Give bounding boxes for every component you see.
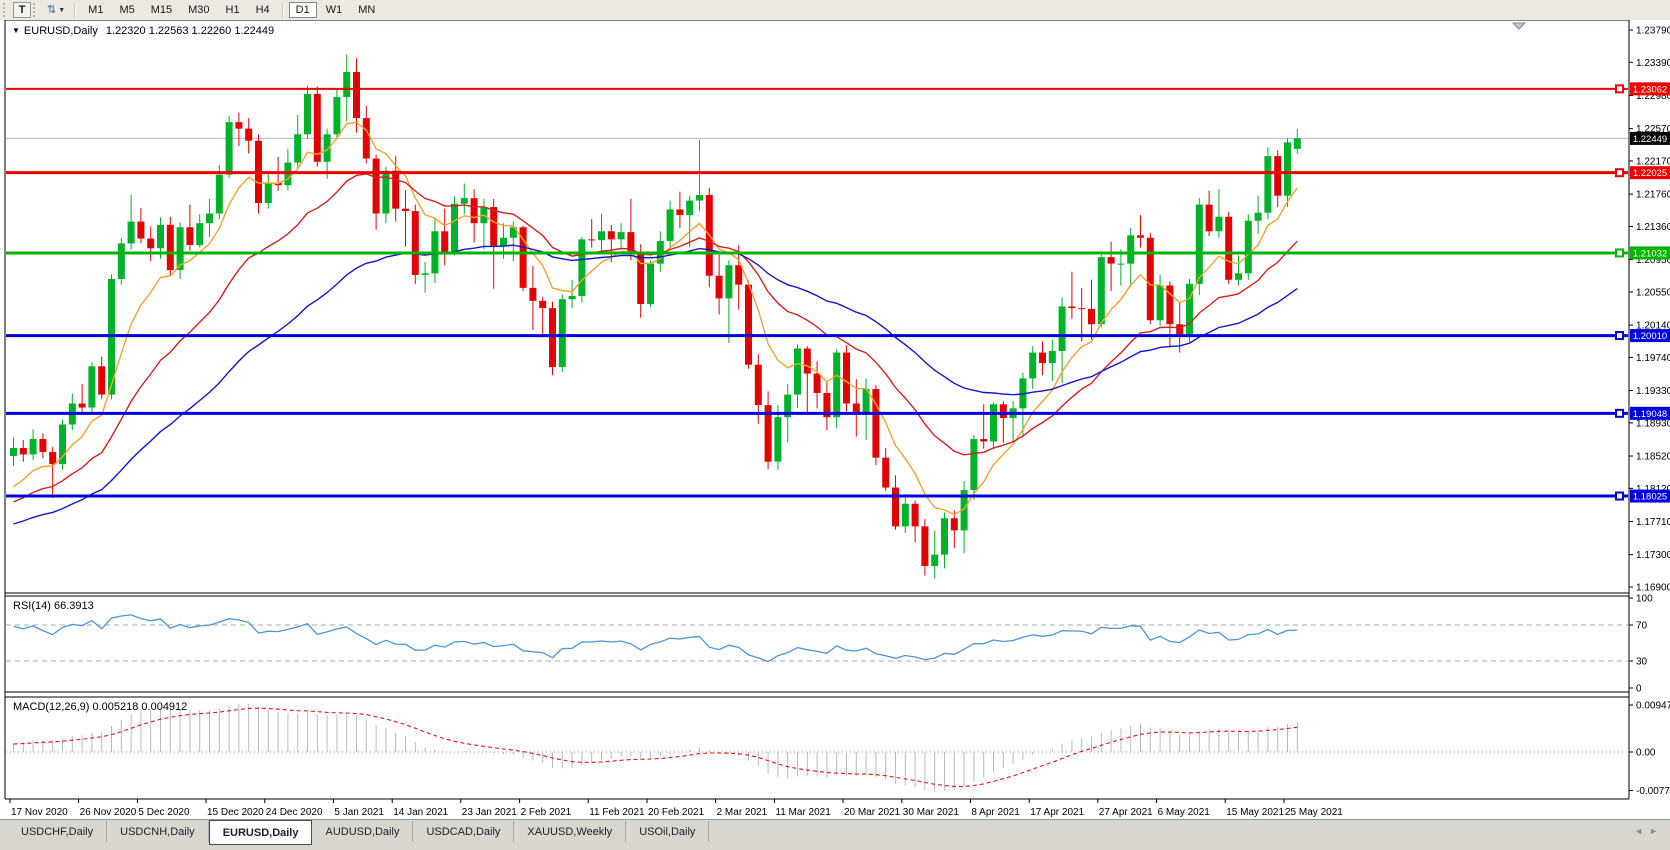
date-tick-label: 25 May 2021 xyxy=(1285,807,1343,818)
date-tick-label: 8 Apr 2021 xyxy=(971,807,1020,818)
trading-terminal-window: 1.237901.233901.229801.225701.221701.217… xyxy=(0,0,1670,850)
tab-scroll-arrows[interactable]: ◄► xyxy=(1634,826,1664,836)
line-price-chip: 1.18025 xyxy=(1633,492,1667,503)
line-handle[interactable] xyxy=(1616,332,1623,339)
line-handle[interactable] xyxy=(1616,493,1623,500)
tab-usdcad-daily[interactable]: USDCAD,Daily xyxy=(413,821,514,842)
toolbar: T ⇅ ▼ M1 M5 M15 M30 H1 H4 D1 W1 MN xyxy=(0,0,1670,20)
date-tick-label: 5 Dec 2020 xyxy=(138,807,190,818)
line-price-chip: 1.21032 xyxy=(1633,248,1667,259)
line-price-chip: 1.22025 xyxy=(1633,168,1667,179)
line-price-chip: 1.20010 xyxy=(1633,331,1667,342)
price-tick-label: 1.17300 xyxy=(1636,550,1670,561)
price-axis[interactable]: 1.237901.233901.229801.225701.221701.217… xyxy=(1629,26,1670,594)
price-tick-label: 1.19740 xyxy=(1636,353,1670,364)
macd-signal-line xyxy=(14,708,1298,786)
timeframe-mn-button[interactable]: MN xyxy=(351,2,382,18)
rsi-panel[interactable] xyxy=(6,615,1629,662)
timeframe-m5-button[interactable]: M5 xyxy=(112,2,141,18)
date-tick-label: 2 Mar 2021 xyxy=(717,807,768,818)
candles-layer xyxy=(10,54,1301,579)
chevron-down-icon: ▼ xyxy=(58,7,65,14)
rsi-line xyxy=(14,615,1298,662)
main-price-panel[interactable] xyxy=(6,54,1629,579)
toolbar-grip[interactable] xyxy=(3,3,9,17)
symbol-tabbar: USDCHF,Daily USDCNH,Daily EURUSD,Daily A… xyxy=(0,819,1670,850)
current-price-chip: 1.22449 xyxy=(1633,134,1667,145)
line-handle[interactable] xyxy=(1616,169,1623,176)
price-tick-label: 1.21760 xyxy=(1636,190,1670,201)
timeframe-m1-button[interactable]: M1 xyxy=(81,2,110,18)
date-tick-label: 23 Jan 2021 xyxy=(462,807,517,818)
date-tick-label: 11 Feb 2021 xyxy=(589,807,645,818)
date-tick-label: 15 Dec 2020 xyxy=(207,807,264,818)
price-tick-label: 1.20550 xyxy=(1636,287,1670,298)
line-handle[interactable] xyxy=(1616,410,1623,417)
line-price-chip: 1.23062 xyxy=(1633,84,1667,95)
line-handle[interactable] xyxy=(1616,249,1623,256)
price-tick-label: 1.18520 xyxy=(1636,452,1670,463)
rsi-tick-label: 30 xyxy=(1636,657,1648,668)
macd-panel[interactable] xyxy=(6,704,1629,792)
tab-usoil-daily[interactable]: USOil,Daily xyxy=(626,821,709,842)
price-tick-label: 1.22170 xyxy=(1636,156,1670,167)
tab-usdcnh-daily[interactable]: USDCNH,Daily xyxy=(107,821,209,842)
date-tick-label: 30 Mar 2021 xyxy=(903,807,960,818)
timeframe-m15-button[interactable]: M15 xyxy=(144,2,179,18)
macd-axis: 0.009478 0.00 -0.007778 xyxy=(1629,700,1670,797)
date-tick-label: 2 Feb 2021 xyxy=(521,807,572,818)
date-tick-label: 26 Nov 2020 xyxy=(80,807,137,818)
price-tick-label: 1.23790 xyxy=(1636,26,1670,37)
timeframe-h4-button[interactable]: H4 xyxy=(249,2,277,18)
price-tick-label: 1.19330 xyxy=(1636,386,1670,397)
date-tick-label: 6 May 2021 xyxy=(1158,807,1211,818)
toolbar-grip[interactable] xyxy=(33,3,39,17)
text-tool-button[interactable]: T xyxy=(13,2,31,18)
date-tick-label: 20 Feb 2021 xyxy=(648,807,705,818)
rsi-tick-label: 0 xyxy=(1636,684,1642,695)
price-tick-label: 1.17710 xyxy=(1636,517,1670,528)
timeframe-d1-button[interactable]: D1 xyxy=(289,2,317,18)
tab-xauusd-weekly[interactable]: XAUUSD,Weekly xyxy=(514,821,626,842)
date-tick-label: 11 Mar 2021 xyxy=(775,807,831,818)
date-tick-label: 27 Apr 2021 xyxy=(1099,807,1153,818)
moving-average-8 xyxy=(14,122,1298,514)
tab-audusd-daily[interactable]: AUDUSD,Daily xyxy=(312,821,413,842)
tab-usdchf-daily[interactable]: USDCHF,Daily xyxy=(8,821,107,842)
date-tick-label: 17 Apr 2021 xyxy=(1030,807,1084,818)
price-tick-label: 1.23390 xyxy=(1636,58,1670,69)
date-tick-label: 5 Jan 2021 xyxy=(334,807,384,818)
price-tick-label: 1.18930 xyxy=(1636,418,1670,429)
date-tick-label: 17 Nov 2020 xyxy=(11,807,68,818)
line-price-chip: 1.19048 xyxy=(1633,409,1667,420)
rsi-axis: 100 70 30 0 xyxy=(1629,594,1653,695)
timeframe-m30-button[interactable]: M30 xyxy=(181,2,216,18)
timeframe-h1-button[interactable]: H1 xyxy=(219,2,247,18)
chart-canvas: 1.237901.233901.229801.225701.221701.217… xyxy=(0,0,1670,850)
tab-eurusd-daily[interactable]: EURUSD,Daily xyxy=(209,820,313,845)
toolbar-separator xyxy=(282,3,284,17)
macd-tick-label: 0.009478 xyxy=(1636,700,1670,711)
macd-tick-label: 0.00 xyxy=(1636,748,1656,759)
date-tick-label: 24 Dec 2020 xyxy=(266,807,323,818)
sort-arrows-icon[interactable]: ⇅ ▼ xyxy=(43,2,69,18)
price-tick-label: 1.16900 xyxy=(1636,582,1670,593)
timeframe-w1-button[interactable]: W1 xyxy=(319,2,350,18)
date-tick-label: 20 Mar 2021 xyxy=(844,807,901,818)
sort-arrows-glyph: ⇅ xyxy=(47,5,56,16)
price-tick-label: 1.21360 xyxy=(1636,222,1670,233)
date-axis[interactable]: 17 Nov 2020 26 Nov 20205 Dec 2020 15 Dec 2… xyxy=(10,799,1343,818)
line-handle[interactable] xyxy=(1616,85,1623,92)
date-tick-label: 15 May 2021 xyxy=(1226,807,1284,818)
date-tick-label: 14 Jan 2021 xyxy=(393,807,448,818)
toolbar-separator xyxy=(74,3,76,17)
macd-tick-label: -0.007778 xyxy=(1636,786,1670,797)
macd-histogram xyxy=(14,704,1298,792)
rsi-tick-label: 70 xyxy=(1636,621,1648,632)
rsi-tick-label: 100 xyxy=(1636,594,1653,605)
